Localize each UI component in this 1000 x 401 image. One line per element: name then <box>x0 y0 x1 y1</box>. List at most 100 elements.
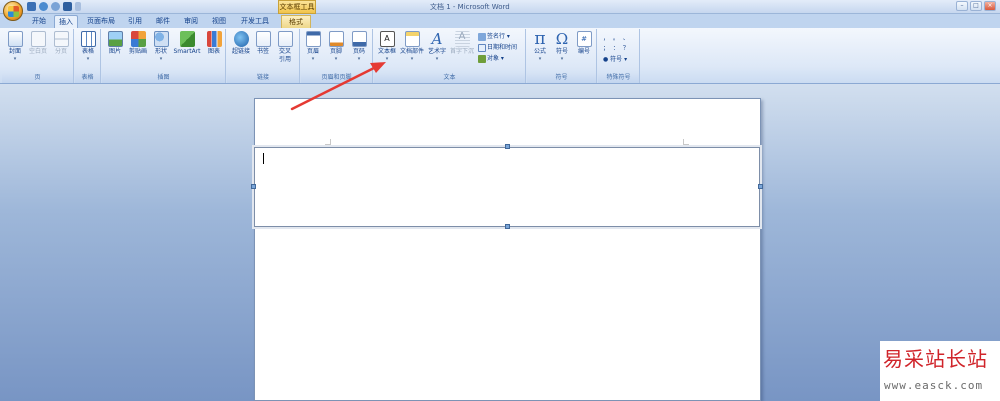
tab-developer[interactable]: 开发工具 <box>238 15 272 28</box>
special-symbols-row-2[interactable]: ； ： ？ <box>603 44 630 54</box>
resize-handle-left[interactable] <box>251 184 256 189</box>
omega-icon: Ω <box>555 30 569 48</box>
chart-button[interactable]: 图表 <box>204 31 224 56</box>
textbox-button[interactable]: A 文本框 ▾ <box>376 31 398 62</box>
cross-reference-button[interactable]: 交叉 引用 <box>274 31 296 64</box>
group-label-pages: 页 <box>2 73 73 83</box>
symbol-button[interactable]: Ω 符号 ▾ <box>552 31 572 62</box>
group-label-header-footer: 页眉和页脚 <box>301 73 372 83</box>
page-number-button[interactable]: 页码 ▾ <box>349 31 369 62</box>
watermark-url: www.easck.com <box>884 379 984 392</box>
save-icon[interactable] <box>27 2 36 11</box>
signature-line-button[interactable]: 签名行 ▾ <box>478 32 510 42</box>
special-symbols-row-1[interactable]: ， 。 、 <box>603 34 630 44</box>
redo-icon[interactable] <box>51 2 60 11</box>
dropcap-button[interactable]: A 首字下沉 <box>449 31 475 56</box>
wordart-icon: A <box>431 30 443 48</box>
chart-icon <box>206 31 222 47</box>
close-button[interactable]: × <box>984 1 996 11</box>
group-illustrations: 图片 剪贴画 形状 ▾ SmartArt 图表 插图 <box>102 29 226 83</box>
picture-icon <box>107 31 123 47</box>
header-icon <box>305 31 321 47</box>
wordart-button[interactable]: A 艺术字 ▾ <box>426 31 448 62</box>
table-icon <box>80 31 96 47</box>
footer-icon <box>328 31 344 47</box>
clipart-button[interactable]: 剪贴画 <box>126 31 150 56</box>
header-button[interactable]: 页眉 ▾ <box>303 31 323 62</box>
clipart-icon <box>130 31 146 47</box>
signature-line-icon <box>478 32 486 41</box>
group-label-links: 链接 <box>227 73 299 83</box>
context-tool-label: 文本框工具 <box>278 0 316 14</box>
smartart-button[interactable]: SmartArt <box>172 31 202 56</box>
quick-parts-button[interactable]: 文档部件 ▾ <box>399 31 425 62</box>
shapes-button[interactable]: 形状 ▾ <box>151 31 171 62</box>
blank-page-icon <box>30 31 46 47</box>
tab-insert[interactable]: 插入 <box>54 15 78 28</box>
tab-home[interactable]: 开始 <box>28 15 50 28</box>
blank-page-button[interactable]: 空白页 <box>26 31 50 56</box>
tab-page-layout[interactable]: 页面布局 <box>84 15 118 28</box>
tab-references[interactable]: 引用 <box>124 15 146 28</box>
pi-icon: π <box>534 29 546 49</box>
watermark-name: 易采站长站 <box>883 347 988 371</box>
title-bar: 文本框工具 文档 1 - Microsoft Word – □ × <box>0 0 1000 21</box>
resize-handle-bottom[interactable] <box>505 224 510 229</box>
qat-dropdown-icon[interactable] <box>75 2 81 11</box>
object-button[interactable]: 对象 ▾ <box>478 54 504 64</box>
cross-reference-icon <box>277 31 293 47</box>
symbol-dot-icon: ● <box>603 56 609 63</box>
bookmark-button[interactable]: 书签 <box>254 31 272 56</box>
group-label-symbols: 符号 <box>527 73 596 83</box>
dropcap-icon: A <box>454 31 470 47</box>
minimize-button[interactable]: – <box>956 1 968 11</box>
cover-page-button[interactable]: 封面 ▾ <box>5 31 25 62</box>
margin-mark-top-right <box>683 139 689 145</box>
footer-button[interactable]: 页脚 ▾ <box>326 31 346 62</box>
group-label-special-symbols: 特殊符号 <box>598 73 639 83</box>
ribbon-tabs: 开始 插入 页面布局 引用 邮件 审阅 视图 开发工具 格式 <box>0 14 1000 28</box>
undo-icon[interactable] <box>39 2 48 11</box>
quick-access-toolbar <box>27 2 81 11</box>
group-label-illustrations: 插图 <box>102 73 225 83</box>
page-break-button[interactable]: 分页 <box>51 31 71 56</box>
quick-parts-icon <box>404 31 420 47</box>
tab-format[interactable]: 格式 <box>281 15 311 28</box>
hyperlink-icon <box>233 31 249 47</box>
site-watermark: 易采站长站 www.easck.com <box>880 341 1000 401</box>
window-title: 文档 1 - Microsoft Word <box>430 3 510 11</box>
group-label-tables: 表格 <box>75 73 100 83</box>
window-controls: – □ × <box>956 1 996 11</box>
equation-button[interactable]: π 公式 ▾ <box>530 29 550 63</box>
hyperlink-button[interactable]: 超链接 <box>229 31 253 56</box>
ribbon: 封面 ▾ 空白页 分页 页 表格 ▾ 表格 图片 剪贴画 形状 ▾ SmartA… <box>0 28 1000 84</box>
margin-mark-top-left <box>325 139 331 145</box>
office-button[interactable] <box>3 1 23 21</box>
resize-handle-right[interactable] <box>758 184 763 189</box>
tab-review[interactable]: 审阅 <box>180 15 202 28</box>
bookmark-icon <box>255 31 271 47</box>
group-header-footer: 页眉 ▾ 页脚 ▾ 页码 ▾ 页眉和页脚 <box>301 29 373 83</box>
office-logo-icon <box>8 6 19 17</box>
cover-page-icon <box>7 31 23 47</box>
maximize-button[interactable]: □ <box>970 1 982 11</box>
smartart-icon <box>179 31 195 47</box>
table-button[interactable]: 表格 ▾ <box>78 31 98 62</box>
text-box[interactable] <box>251 144 763 229</box>
resize-handle-top[interactable] <box>505 144 510 149</box>
numbering-button[interactable]: # 编号 <box>574 31 594 56</box>
group-links: 超链接 书签 交叉 引用 链接 <box>227 29 300 83</box>
print-icon[interactable] <box>63 2 72 11</box>
date-time-button[interactable]: 日期和时间 <box>478 43 517 53</box>
group-text: A 文本框 ▾ 文档部件 ▾ A 艺术字 ▾ A 首字下沉 签名行 ▾ 日期和时间 对… <box>374 29 526 83</box>
group-label-text: 文本 <box>374 73 525 83</box>
textbox-icon: A <box>379 31 395 47</box>
tab-view[interactable]: 视图 <box>208 15 230 28</box>
page-break-icon <box>53 31 69 47</box>
calendar-icon <box>478 43 486 52</box>
group-symbols: π 公式 ▾ Ω 符号 ▾ # 编号 符号 <box>527 29 597 83</box>
picture-button[interactable]: 图片 <box>105 31 125 56</box>
object-icon <box>478 54 486 63</box>
special-symbol-dropdown[interactable]: ● 符号 ▾ <box>603 55 627 65</box>
tab-mailings[interactable]: 邮件 <box>152 15 174 28</box>
